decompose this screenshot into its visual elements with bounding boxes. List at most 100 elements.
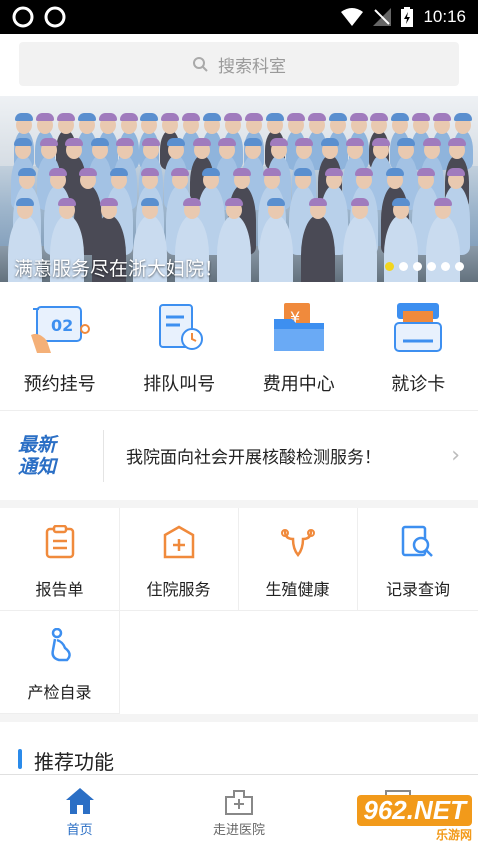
watermark-sub: 乐游网	[435, 828, 472, 842]
photo-person-cap	[397, 138, 416, 146]
photo-person-cap	[56, 113, 75, 121]
card-reader-icon	[387, 300, 449, 356]
photo-person-cap	[18, 168, 36, 176]
photo-person-cap	[171, 168, 190, 176]
section-title: 推荐功能	[34, 750, 114, 774]
quick-actions: 02 预约挂号 排队叫号 ¥ 费用中心 就诊卡	[0, 282, 478, 410]
tab-home[interactable]: 首页	[0, 775, 159, 849]
photo-person-cap	[324, 168, 343, 176]
quick-action-fees[interactable]: ¥ 费用中心	[239, 282, 359, 410]
recommend-section: 推荐功能	[0, 722, 478, 774]
photo-person-cap	[447, 168, 466, 176]
status-bar: 10:16	[0, 0, 478, 34]
quick-action-label: 费用中心	[262, 374, 335, 395]
service-reproductive[interactable]: 生殖健康	[238, 508, 358, 611]
notice-tag-line2: 通知	[18, 455, 57, 478]
photo-person-cap	[265, 113, 284, 121]
photo-person-cap	[307, 113, 326, 121]
quick-action-appointment[interactable]: 02 预约挂号	[0, 282, 120, 410]
quick-action-label: 预约挂号	[23, 374, 96, 395]
service-prenatal[interactable]: 产检自录	[0, 611, 120, 714]
photo-person-cap	[295, 138, 314, 146]
notice-tag: 最新 通知	[18, 429, 104, 482]
photo-person-cap	[119, 113, 138, 121]
photo-person-cap	[371, 138, 390, 146]
photo-person-cap	[346, 138, 365, 146]
photo-person-cap	[16, 198, 34, 206]
sync-icon	[12, 6, 34, 28]
quick-action-label: 排队叫号	[143, 374, 216, 395]
photo-person-cap	[35, 113, 54, 121]
photo-person-cap	[224, 113, 243, 121]
photo-person-cap	[308, 198, 327, 206]
photo-person-cap	[79, 168, 98, 176]
photo-person-cap	[416, 168, 435, 176]
photo-person-cap	[412, 113, 431, 121]
photo-person-cap	[320, 138, 339, 146]
service-label: 住院服务	[146, 580, 211, 599]
photo-person-cap	[355, 168, 374, 176]
photo-person-cap	[349, 113, 368, 121]
photo-person-cap	[99, 198, 118, 206]
photo-person-cap	[294, 168, 312, 176]
carousel-dot[interactable]	[455, 262, 464, 271]
photo-person-cap	[39, 138, 58, 146]
hospital-icon	[224, 790, 253, 815]
service-report[interactable]: 报告单	[0, 508, 120, 611]
carousel-dot[interactable]	[427, 262, 436, 271]
photo-person-cap	[140, 168, 159, 176]
photo-person-cap	[161, 113, 180, 121]
search-input[interactable]: 搜索科室	[19, 42, 459, 86]
photo-person-cap	[269, 138, 288, 146]
banner-carousel[interactable]: 满意服务尽在浙大妇院！	[0, 96, 478, 282]
photo-person-cap	[392, 198, 411, 206]
photo-person-cap	[244, 138, 262, 146]
photo-person	[342, 215, 377, 282]
svg-text:02: 02	[51, 316, 73, 335]
photo-person-cap	[232, 168, 251, 176]
photo-person-cap	[48, 168, 67, 176]
notice-tag-line1: 最新	[18, 433, 57, 456]
quick-action-card[interactable]: 就诊卡	[359, 282, 478, 410]
photo-person-cap	[140, 113, 159, 121]
service-inpatient[interactable]: 住院服务	[119, 508, 239, 611]
carousel-dots[interactable]	[385, 262, 464, 271]
notice-text[interactable]: 我院面向社会开展核酸检测服务！	[126, 443, 451, 468]
photo-person-cap	[182, 113, 201, 121]
document-search-icon	[398, 522, 438, 562]
tab-label: 首页	[66, 823, 93, 838]
battery-charging-icon	[401, 7, 414, 27]
photo-person-cap	[448, 138, 467, 146]
service-records[interactable]: 记录查询	[358, 508, 478, 611]
photo-person-cap	[203, 113, 222, 121]
photo-person-cap	[15, 113, 33, 121]
photo-person-cap	[391, 113, 410, 121]
queue-clock-icon	[148, 300, 210, 356]
photo-person-cap	[141, 138, 160, 146]
yuan-folder-icon: ¥	[268, 300, 330, 356]
carousel-dot[interactable]	[385, 262, 394, 271]
carousel-dot[interactable]	[441, 262, 450, 271]
tab-hospital[interactable]: 走进医院	[159, 775, 318, 849]
watermark-brand: 962.NET	[357, 795, 472, 826]
chevron-right-icon[interactable]: ›	[451, 443, 460, 468]
notice-bar[interactable]: 最新 通知 我院面向社会开展核酸检测服务！ ›	[0, 410, 478, 500]
sync-icon	[44, 6, 66, 28]
photo-person-cap	[141, 198, 160, 206]
quick-action-queue[interactable]: 排队叫号	[120, 282, 240, 410]
photo-person-cap	[422, 138, 441, 146]
photo-person-cap	[286, 113, 305, 121]
carousel-dot[interactable]	[399, 262, 408, 271]
carousel-dot[interactable]	[413, 262, 422, 271]
photo-person-cap	[57, 198, 76, 206]
tab-label: 走进医院	[212, 823, 265, 838]
photo-person-cap	[454, 113, 473, 121]
photo-person	[258, 215, 293, 282]
clock-time: 10:16	[423, 7, 466, 26]
photo-person-cap	[98, 113, 117, 121]
photo-person-cap	[245, 113, 263, 121]
photo-person-cap	[65, 138, 84, 146]
service-label: 产检自录	[27, 683, 92, 702]
service-label: 生殖健康	[265, 580, 330, 599]
photo-person-cap	[183, 198, 202, 206]
